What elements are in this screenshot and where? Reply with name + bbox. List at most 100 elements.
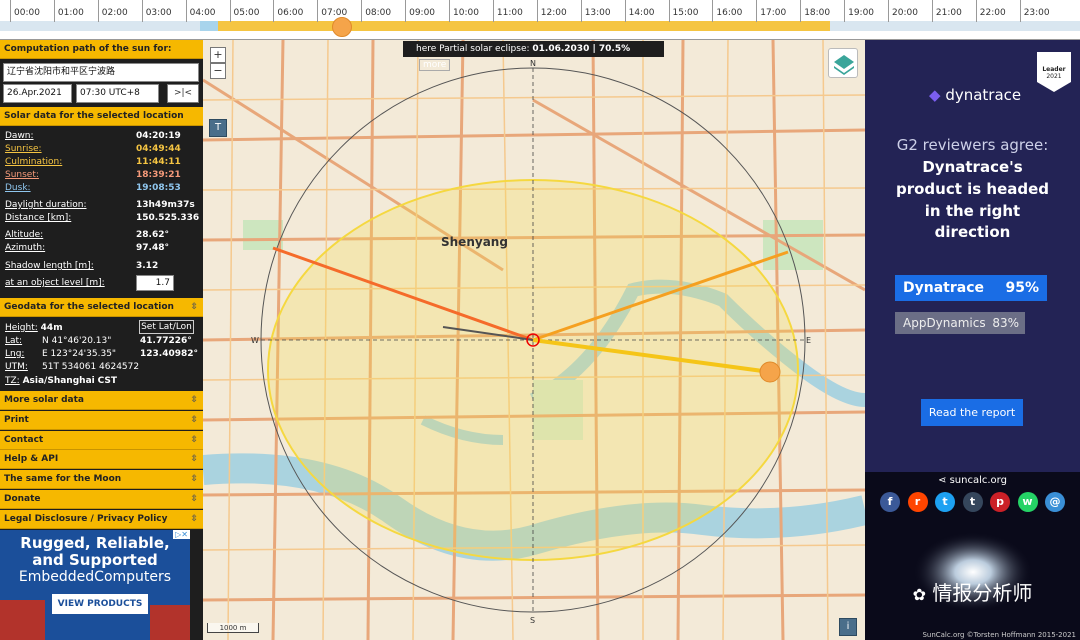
map[interactable]: Shenyang N S E W here Partial solar ecli… bbox=[203, 40, 865, 640]
circuit-board-image bbox=[150, 605, 190, 640]
dawn-label[interactable]: Dawn: bbox=[5, 131, 34, 141]
eclipse-more-button[interactable]: more bbox=[419, 59, 451, 71]
hour-tick[interactable]: 05:00 bbox=[229, 0, 259, 22]
object-level-input[interactable]: 1.7 bbox=[136, 275, 174, 291]
lng-label: Lng: bbox=[5, 349, 25, 359]
eclipse-text: here Partial solar eclipse: bbox=[416, 44, 533, 54]
hour-tick[interactable]: 22:00 bbox=[975, 0, 1006, 22]
dusk-row: Dusk: bbox=[5, 183, 31, 193]
hour-tick[interactable]: 19:00 bbox=[844, 0, 874, 22]
credit-text: SunCalc.org ©Torsten Hoffmann 2015-2021 bbox=[922, 631, 1076, 639]
object-level-label[interactable]: at an object level [m]: bbox=[5, 278, 105, 288]
set-lat-lon-button[interactable]: Set Lat/Lon bbox=[139, 320, 194, 334]
menu-item[interactable]: Donate ⇳ bbox=[0, 490, 203, 509]
menu-item[interactable]: Help & API ⇳ bbox=[0, 450, 203, 470]
lng-decimal: 123.40982° bbox=[140, 349, 199, 359]
read-report-button[interactable]: Read the report bbox=[921, 399, 1023, 426]
bar1-name: Dynatrace bbox=[903, 280, 984, 296]
hour-tick[interactable]: 00:00 bbox=[10, 0, 40, 22]
azimuth-value: 97.48° bbox=[136, 243, 169, 253]
appdynamics-score-bar: AppDynamics 83% bbox=[895, 312, 1025, 334]
park bbox=[243, 220, 283, 250]
computation-header: Computation path of the sun for: bbox=[0, 40, 203, 59]
azimuth-row: Azimuth: bbox=[5, 243, 45, 253]
pinterest-icon[interactable]: p bbox=[990, 492, 1010, 512]
zoom-in-button[interactable]: + bbox=[210, 47, 226, 63]
shadow-row: Shadow length [m]: bbox=[5, 261, 94, 271]
hour-tick[interactable]: 10:00 bbox=[449, 0, 479, 22]
watermark-text: ✿ 情报分析师 bbox=[865, 577, 1080, 606]
menu-item-label: Contact bbox=[4, 434, 44, 445]
email-icon[interactable]: @ bbox=[1045, 492, 1065, 512]
menu-item[interactable]: Contact ⇳ bbox=[0, 430, 203, 450]
altitude-label[interactable]: Altitude: bbox=[5, 230, 43, 240]
info-button[interactable]: i bbox=[839, 618, 857, 636]
hour-tick[interactable]: 08:00 bbox=[361, 0, 391, 22]
hour-tick[interactable]: 06:00 bbox=[273, 0, 303, 22]
hour-tick[interactable]: 21:00 bbox=[931, 0, 962, 22]
distance-label[interactable]: Distance [km]: bbox=[5, 213, 71, 223]
zoom-out-button[interactable]: − bbox=[210, 63, 226, 79]
hour-tick[interactable]: 04:00 bbox=[185, 0, 216, 22]
view-products-button[interactable]: VIEW PRODUCTS bbox=[52, 594, 148, 614]
reddit-icon[interactable]: r bbox=[907, 492, 928, 512]
hour-tick[interactable]: 18:00 bbox=[800, 0, 830, 22]
menu-item[interactable]: The same for the Moon ⇳ bbox=[0, 470, 203, 490]
hour-tick[interactable]: 20:00 bbox=[888, 0, 918, 22]
ad-left-line1: Rugged, Reliable, bbox=[20, 534, 170, 552]
lat-decimal: 41.77226° bbox=[140, 336, 192, 346]
west-label: W bbox=[251, 336, 259, 345]
hour-tick[interactable]: 17:00 bbox=[756, 0, 786, 22]
dynatrace-logo-icon: ◆ bbox=[929, 86, 941, 104]
hour-tick[interactable]: 03:00 bbox=[141, 0, 172, 22]
share-panel: ⋖ suncalc.org f r t t p w @ ✿ 情报分析师 SunCalc.or… bbox=[865, 472, 1080, 640]
night-segment bbox=[0, 21, 200, 31]
culmination-label[interactable]: Culmination: bbox=[5, 157, 62, 167]
toggle-text-button[interactable]: T bbox=[209, 119, 227, 137]
left-advertisement[interactable]: ▷✕ Rugged, Reliable, and Supported Embed… bbox=[0, 530, 190, 640]
menu-item[interactable]: Print ⇳ bbox=[0, 410, 203, 430]
time-slider-handle[interactable] bbox=[332, 17, 352, 37]
whatsapp-icon[interactable]: w bbox=[1017, 492, 1038, 512]
hour-tick[interactable]: 14:00 bbox=[624, 0, 655, 22]
time-input[interactable]: 07:30 UTC+8 bbox=[76, 84, 159, 103]
share-site: suncalc.org bbox=[949, 475, 1007, 486]
shadow-value: 3.12 bbox=[136, 261, 159, 271]
shadow-label[interactable]: Shadow length [m]: bbox=[5, 261, 94, 271]
hour-tick[interactable]: 13:00 bbox=[580, 0, 611, 22]
menu-item[interactable]: Legal Disclosure / Privacy Policy ⇳ bbox=[0, 509, 203, 529]
hour-tick[interactable]: 15:00 bbox=[668, 0, 698, 22]
layers-button[interactable] bbox=[828, 48, 858, 78]
hour-tick[interactable]: 09:00 bbox=[405, 0, 435, 22]
sunset-label[interactable]: Sunset: bbox=[5, 170, 39, 180]
menu-item[interactable]: More solar data ⇳ bbox=[0, 391, 203, 410]
menu-item-label: Legal Disclosure / Privacy Policy bbox=[4, 513, 168, 524]
hour-tick[interactable]: 12:00 bbox=[536, 0, 567, 22]
ad-line1: G2 reviewers agree: bbox=[896, 136, 1049, 154]
twitter-icon[interactable]: t bbox=[935, 492, 955, 512]
time-bar[interactable]: 00:00 01:00 02:00 03:00 04:00 05:00 06:00 07:00… bbox=[0, 0, 1080, 40]
ad-left-line2: and Supported bbox=[32, 551, 158, 569]
watermark-label: 情报分析师 bbox=[932, 581, 1033, 605]
daylight-label[interactable]: Daylight duration: bbox=[5, 200, 86, 210]
dusk-label[interactable]: Dusk: bbox=[5, 183, 31, 193]
date-input[interactable]: 26.Apr.2021 bbox=[3, 84, 72, 103]
hour-tick[interactable]: 23:00 bbox=[1019, 0, 1050, 22]
hour-tick[interactable]: 16:00 bbox=[712, 0, 742, 22]
geodata-header[interactable]: Geodata for the selected location ⇳ bbox=[0, 298, 203, 317]
hour-tick[interactable]: 02:00 bbox=[97, 0, 128, 22]
sunrise-label[interactable]: Sunrise: bbox=[5, 144, 42, 154]
hour-tick[interactable]: 01:00 bbox=[53, 0, 84, 22]
map-canvas[interactable]: Shenyang N S E W bbox=[203, 40, 865, 640]
azimuth-label[interactable]: Azimuth: bbox=[5, 243, 45, 253]
hour-tick[interactable]: 11:00 bbox=[492, 0, 523, 22]
tz-value: Asia/Shanghai bbox=[22, 376, 95, 386]
location-input[interactable]: 辽宁省沈阳市和平区宁波路 bbox=[3, 63, 199, 82]
now-button[interactable]: >|< bbox=[167, 84, 199, 103]
height-label: Height: bbox=[5, 323, 38, 333]
tumblr-icon[interactable]: t bbox=[962, 492, 983, 512]
facebook-icon[interactable]: f bbox=[880, 492, 900, 512]
menu-item-label: Print bbox=[4, 414, 29, 425]
right-advertisement[interactable]: Leader 2021 ◆ dynatrace G2 reviewers agr… bbox=[865, 40, 1080, 472]
daylight-segment bbox=[218, 21, 832, 31]
